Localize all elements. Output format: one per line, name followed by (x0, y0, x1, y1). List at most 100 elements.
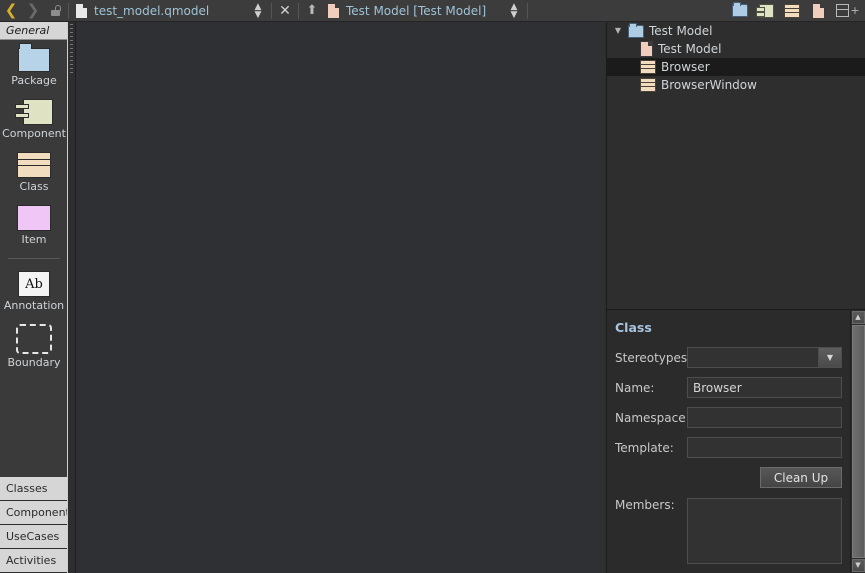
palette-item-label: Component (2, 127, 66, 140)
palette-item-label: Boundary (7, 356, 61, 369)
palette-item-label: Package (11, 74, 57, 87)
palette-canvas-splitter[interactable] (67, 22, 75, 573)
scroll-down-button[interactable]: ▼ (851, 559, 865, 572)
class-icon (784, 3, 800, 18)
model-tree[interactable]: ▼ Test Model Test Model Browser BrowserW… (607, 22, 865, 310)
diagram-canvas[interactable] (75, 22, 604, 573)
element-palette: General Package Component Class Item Ab (0, 22, 76, 573)
component-icon (15, 99, 53, 125)
properties-panel: Class Stereotypes: ▼ Name: Browser Names… (607, 310, 865, 573)
model-path-field[interactable]: Test Model [Test Model] (323, 1, 503, 21)
class-icon (640, 60, 656, 74)
split-view-button[interactable]: + (831, 1, 865, 21)
template-input[interactable] (687, 437, 842, 458)
document-icon (640, 41, 653, 57)
new-component-button[interactable] (753, 1, 779, 21)
toolbar-divider (68, 2, 69, 19)
up-down-spinner-icon: ▲ ▼ (254, 1, 262, 20)
model-path-text: Test Model [Test Model] (346, 3, 487, 18)
name-label: Name: (615, 380, 655, 395)
up-down-spinner-icon: ▲ ▼ (510, 1, 518, 20)
new-class-button[interactable] (779, 1, 805, 21)
class-icon (640, 78, 656, 92)
tree-row-label: Test Model (658, 42, 722, 56)
arrow-up-icon: ⬆ (306, 3, 318, 18)
package-folder-icon (732, 2, 748, 17)
document-icon (75, 2, 88, 19)
split-view-plus-icon (836, 4, 850, 17)
palette-item-label: Class (19, 180, 49, 193)
palette-items: Package Component Class Item Ab Annotati… (0, 40, 68, 477)
file-path-spinner[interactable]: ▲ ▼ (247, 1, 269, 21)
palette-tab-usecases[interactable]: UseCases (0, 525, 68, 549)
palette-item-item[interactable]: Item (0, 205, 68, 246)
palette-item-package[interactable]: Package (0, 43, 68, 87)
palette-item-boundary[interactable]: Boundary (0, 324, 68, 369)
file-path-text: test_model.qmodel (94, 3, 210, 18)
document-icon (811, 2, 825, 19)
folder-icon (628, 22, 644, 38)
splitter-grip (70, 24, 73, 74)
properties-content: Class Stereotypes: ▼ Name: Browser Names… (607, 310, 850, 573)
palette-tab-activities[interactable]: Activities (0, 549, 68, 573)
palette-item-label: Item (21, 233, 47, 246)
stereotypes-value (688, 348, 818, 367)
scrollbar-thumb[interactable] (851, 325, 865, 558)
tree-row-test-model-doc[interactable]: Test Model (607, 40, 865, 58)
palette-item-annotation[interactable]: Ab Annotation (0, 271, 68, 312)
clean-up-row: Clean Up (615, 467, 842, 488)
clean-up-button[interactable]: Clean Up (760, 467, 842, 488)
field-row-template: Template: (615, 437, 842, 458)
annotation-ab-icon: Ab (18, 271, 50, 297)
palette-item-component[interactable]: Component (0, 99, 68, 140)
field-row-stereotypes: Stereotypes: ▼ (615, 347, 842, 368)
toolbar-divider (527, 2, 528, 19)
palette-tab-classes[interactable]: Classes (0, 477, 68, 501)
palette-item-label: Annotation (3, 299, 65, 312)
main-toolbar: ❮ ❯ test_model.qmodel ▲▼ ✕ ⬆ Test Model (0, 0, 865, 22)
boundary-dashed-icon (16, 324, 52, 354)
palette-tab-components[interactable]: Components (0, 501, 76, 525)
chevron-left-icon: ❮ (4, 1, 18, 19)
lock-toggle-button[interactable] (44, 1, 66, 21)
chevron-right-icon: ❯ (26, 1, 40, 19)
class-icon (17, 152, 51, 178)
palette-category-tabs: Classes Components UseCases Activities (0, 477, 76, 573)
toolbar-divider (298, 2, 299, 19)
chevron-down-icon[interactable]: ▼ (818, 348, 841, 367)
toolbar-divider (271, 2, 272, 19)
close-file-button[interactable]: ✕ (274, 1, 296, 21)
new-item-button[interactable] (805, 1, 831, 21)
back-button[interactable]: ❮ (0, 1, 22, 21)
palette-divider (8, 258, 60, 259)
namespace-input[interactable] (687, 407, 842, 428)
members-label: Members: (615, 498, 675, 512)
package-folder-icon (18, 43, 50, 72)
tree-row-browser[interactable]: Browser (607, 58, 865, 76)
scrollbar-track[interactable] (851, 325, 865, 558)
stereotypes-combo[interactable]: ▼ (687, 347, 842, 368)
name-input[interactable]: Browser (687, 377, 842, 398)
tree-row-browserwindow[interactable]: BrowserWindow (607, 76, 865, 94)
members-textarea[interactable] (687, 498, 842, 564)
file-path-field[interactable]: test_model.qmodel (71, 1, 247, 21)
right-dock: ▼ Test Model Test Model Browser BrowserW… (606, 22, 865, 573)
close-x-icon: ✕ (279, 2, 291, 19)
palette-item-class[interactable]: Class (0, 152, 68, 193)
palette-tab-general[interactable]: General (0, 22, 68, 40)
component-icon (755, 3, 774, 18)
document-icon (327, 2, 340, 19)
properties-scrollbar[interactable]: ▲ ▼ (850, 310, 865, 573)
item-icon (17, 205, 51, 231)
tree-row-label: Test Model (649, 24, 713, 38)
new-package-button[interactable] (727, 1, 753, 21)
scroll-up-button[interactable]: ▲ (851, 311, 865, 324)
tree-row-test-model-folder[interactable]: ▼ Test Model (607, 22, 865, 40)
application-window: ❮ ❯ test_model.qmodel ▲▼ ✕ ⬆ Test Model (0, 0, 865, 573)
namespace-label: Namespace: (615, 410, 690, 425)
unlocked-padlock-icon (50, 5, 61, 16)
chevron-down-icon[interactable]: ▼ (613, 26, 623, 36)
forward-button[interactable]: ❯ (22, 1, 44, 21)
model-path-spinner[interactable]: ▲ ▼ (503, 1, 525, 21)
go-up-button[interactable]: ⬆ (301, 1, 323, 21)
